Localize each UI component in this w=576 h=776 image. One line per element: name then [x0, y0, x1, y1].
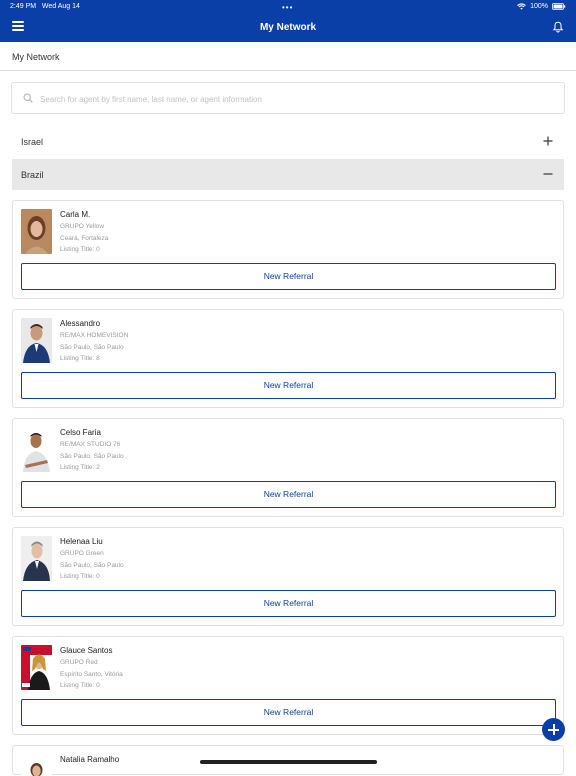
- agent-location: São Paulo, São Paulo: [60, 344, 124, 351]
- page-title: My Network: [0, 22, 576, 33]
- plus-icon[interactable]: [542, 135, 554, 147]
- country-row-israel[interactable]: Israel: [12, 126, 564, 157]
- agent-avatar: [21, 209, 52, 254]
- agent-name: Alessandro: [60, 319, 100, 328]
- agent-listing: Listing Title: 0: [60, 573, 100, 580]
- battery-icon: [552, 3, 566, 10]
- status-time: 2:49 PM: [10, 3, 36, 10]
- breadcrumb-label: My Network: [12, 52, 60, 62]
- agent-avatar: [21, 427, 52, 472]
- status-time-date: 2:49 PM Wed Aug 14: [10, 3, 80, 10]
- agent-location: São Paulo, São Paulo: [60, 453, 124, 460]
- breadcrumb: My Network: [0, 42, 576, 71]
- agent-name: Celso Faria: [60, 428, 101, 437]
- status-date: Wed Aug 14: [42, 3, 80, 10]
- bell-icon[interactable]: [552, 21, 564, 33]
- agent-company: GRUPO Red: [60, 659, 98, 666]
- new-referral-button[interactable]: New Referral: [21, 372, 556, 399]
- agent-location: Espírito Santo, Vitória: [60, 671, 123, 678]
- agent-name: Helenaa Liu: [60, 537, 103, 546]
- agent-company: RE/MAX STUDIO 76: [60, 441, 120, 448]
- battery-percent: 100%: [530, 3, 548, 10]
- country-row-brazil[interactable]: Brazil: [12, 159, 564, 190]
- agent-avatar: [21, 318, 52, 363]
- agent-card: Helenaa Liu GRUPO Green São Paulo, São P…: [12, 527, 564, 626]
- agent-card: Carla M. GRUPO Yellow Ceará, Fortaleza L…: [12, 200, 564, 299]
- new-referral-button[interactable]: New Referral: [21, 699, 556, 726]
- multitask-dots-icon[interactable]: •••: [282, 3, 293, 12]
- minus-icon[interactable]: [542, 168, 554, 180]
- add-button[interactable]: [542, 718, 565, 741]
- agent-company: GRUPO Yellow: [60, 223, 104, 230]
- new-referral-button[interactable]: New Referral: [21, 590, 556, 617]
- agent-avatar: [21, 754, 52, 776]
- new-referral-button[interactable]: New Referral: [21, 481, 556, 508]
- agent-listing: Listing Title: 2: [60, 464, 100, 471]
- agent-location: São Paulo, São Paulo: [60, 562, 124, 569]
- wifi-icon: [517, 3, 526, 10]
- agent-card: Celso Faria RE/MAX STUDIO 76 São Paulo, …: [12, 418, 564, 517]
- agent-name: Glauce Santos: [60, 646, 112, 655]
- agent-listing: Listing Title: 0: [60, 682, 100, 689]
- agent-company: GRUPO Green: [60, 550, 104, 557]
- agent-listing: Listing Title: 8: [60, 355, 100, 362]
- new-referral-button[interactable]: New Referral: [21, 263, 556, 290]
- status-right: 100%: [517, 3, 566, 10]
- country-label: Brazil: [21, 170, 44, 180]
- agent-location: Ceará, Fortaleza: [60, 235, 108, 242]
- agent-card: Alessandro RE/MAX HOMEVISION São Paulo, …: [12, 309, 564, 408]
- search-bar[interactable]: [11, 82, 565, 114]
- agent-avatar: [21, 536, 52, 581]
- home-indicator: [200, 760, 377, 764]
- agent-name: Natalia Ramalho: [60, 755, 119, 764]
- top-nav-bar: 2:49 PM Wed Aug 14 ••• 100% My Network: [0, 0, 576, 42]
- agent-avatar: [21, 645, 52, 690]
- agent-listing: Listing Title: 0: [60, 246, 100, 253]
- country-label: Israel: [21, 137, 43, 147]
- agent-company: RE/MAX HOMEVISION: [60, 332, 128, 339]
- agent-name: Carla M.: [60, 210, 90, 219]
- agent-card: Glauce Santos GRUPO Red Espírito Santo, …: [12, 636, 564, 735]
- search-input[interactable]: [40, 91, 540, 107]
- search-icon: [23, 93, 33, 103]
